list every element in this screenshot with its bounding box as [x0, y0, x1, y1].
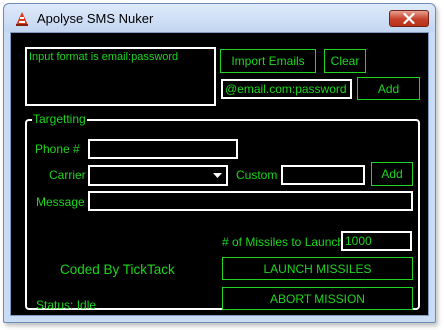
- message-label: Message: [36, 195, 85, 209]
- window-title: Apolyse SMS Nuker: [37, 11, 154, 26]
- app-window: Apolyse SMS Nuker Input format is email:…: [3, 3, 436, 323]
- close-icon: [403, 13, 415, 24]
- phone-label: Phone #: [35, 142, 80, 156]
- custom-carrier-input[interactable]: [281, 165, 365, 185]
- add-email-button[interactable]: Add: [357, 77, 420, 100]
- carrier-select[interactable]: [88, 165, 228, 186]
- clear-button[interactable]: Clear: [324, 49, 366, 73]
- email-list-textarea[interactable]: Input format is email:password: [25, 47, 216, 106]
- warning-cone-icon: [16, 12, 28, 26]
- phone-input[interactable]: [88, 139, 238, 159]
- launch-missiles-button[interactable]: LAUNCH MISSILES: [222, 257, 413, 280]
- missiles-count-label: # of Missiles to Launch: [222, 235, 345, 249]
- email-password-value: @email.com:password: [225, 82, 347, 96]
- chevron-down-icon[interactable]: [209, 167, 226, 184]
- abort-mission-button[interactable]: ABORT MISSION: [222, 287, 413, 310]
- close-button[interactable]: [389, 10, 429, 27]
- missiles-count-input[interactable]: 1000: [341, 231, 412, 251]
- custom-label: Custom: [236, 168, 278, 182]
- carrier-label: Carrier: [49, 168, 86, 182]
- title-bar[interactable]: Apolyse SMS Nuker: [4, 4, 435, 32]
- email-list-text: Input format is email:password: [29, 51, 179, 63]
- email-password-input[interactable]: @email.com:password: [221, 79, 352, 99]
- missiles-count-value: 1000: [345, 234, 372, 248]
- import-emails-button[interactable]: Import Emails: [220, 49, 316, 73]
- add-carrier-button[interactable]: Add: [371, 162, 413, 186]
- main-panel: Input format is email:password Import Em…: [10, 32, 429, 316]
- targetting-legend: Targetting: [32, 112, 87, 126]
- status-text: Status: Idle: [36, 298, 97, 312]
- credit-text: Coded By TickTack: [60, 262, 175, 277]
- message-input[interactable]: [88, 191, 413, 211]
